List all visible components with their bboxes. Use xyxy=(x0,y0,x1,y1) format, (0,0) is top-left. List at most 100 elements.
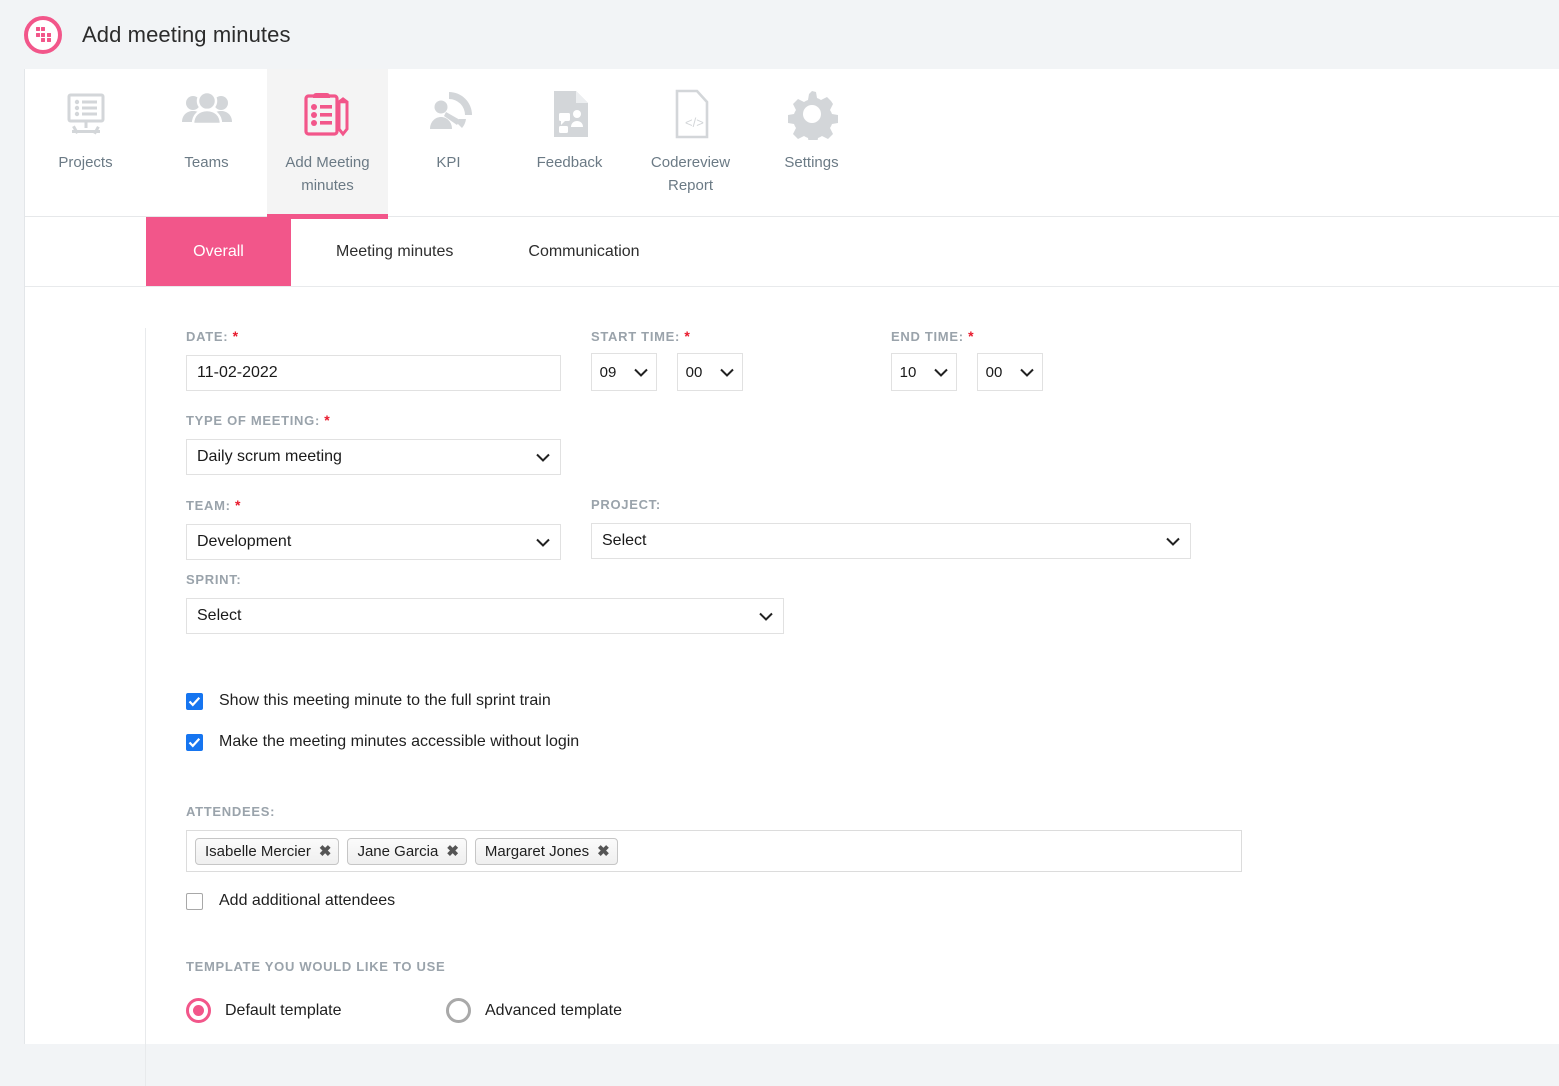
checkbox-label: Make the meeting minutes accessible with… xyxy=(219,733,580,750)
app-root: Add meeting minutes Projects Teams Add M… xyxy=(0,0,1559,1086)
start-time-group: START TIME: * 09 00 xyxy=(591,328,891,391)
tab-overall[interactable]: Overall xyxy=(146,217,291,286)
nav-item-kpi[interactable]: KPI xyxy=(388,69,509,216)
gear-icon xyxy=(786,85,838,143)
template-label: TEMPLATE YOU WOULD LIKE TO USE xyxy=(186,959,446,974)
type-of-meeting-group: TYPE OF MEETING: * Daily scrum meeting xyxy=(186,412,1559,475)
sprint-label: SPRINT: xyxy=(186,572,242,587)
main-panel: Projects Teams Add Meeting minutes KPI F… xyxy=(24,69,1559,1086)
nav-item-codereview-report[interactable]: </> Codereview Report xyxy=(630,69,751,216)
checkbox-box xyxy=(186,892,203,910)
check-icon xyxy=(188,737,201,748)
tab-meeting-minutes[interactable]: Meeting minutes xyxy=(291,217,498,286)
page-title: Add meeting minutes xyxy=(82,21,291,47)
nav-item-settings[interactable]: Settings xyxy=(751,69,872,216)
end-time-group: END TIME: * 10 00 xyxy=(891,328,1191,391)
start-time-label: START TIME: * xyxy=(591,328,691,344)
end-minute-select[interactable]: 00 xyxy=(977,353,1043,391)
chevron-down-icon xyxy=(634,368,649,377)
chevron-down-icon xyxy=(1020,368,1035,377)
start-minute-value: 00 xyxy=(685,363,703,381)
end-hour-value: 10 xyxy=(899,363,917,381)
checkbox-add-additional-attendees[interactable]: Add additional attendees xyxy=(186,892,1559,910)
checkbox-box xyxy=(186,692,203,710)
date-label: DATE: * xyxy=(186,328,239,344)
project-label: PROJECT: xyxy=(591,497,661,512)
start-hour-select[interactable]: 09 xyxy=(591,353,657,391)
logo-dot xyxy=(41,38,45,42)
svg-text:</>: </> xyxy=(685,115,704,130)
people-group-icon xyxy=(179,85,235,143)
sprint-select[interactable]: Select xyxy=(186,598,784,634)
radio-button xyxy=(446,998,471,1023)
template-group: TEMPLATE YOU WOULD LIKE TO USE Default t… xyxy=(186,959,1559,1023)
team-value: Development xyxy=(197,533,292,550)
radio-default-template[interactable]: Default template xyxy=(186,998,446,1023)
remove-attendee-icon[interactable]: ✖ xyxy=(319,844,332,859)
radio-dot xyxy=(193,1005,204,1016)
attendee-tag: Isabelle Mercier ✖ xyxy=(195,837,340,865)
chevron-down-icon xyxy=(934,368,949,377)
remove-attendee-icon[interactable]: ✖ xyxy=(597,844,610,859)
logo-dot-blank xyxy=(36,38,40,42)
nav-item-label: Add Meeting minutes xyxy=(285,154,370,194)
attendees-input[interactable]: Isabelle Mercier ✖ Jane Garcia ✖ Margare… xyxy=(186,830,1242,872)
required-marker: * xyxy=(324,412,331,428)
team-select[interactable]: Development xyxy=(186,524,561,560)
clipboard-pencil-icon xyxy=(300,85,356,143)
type-of-meeting-select[interactable]: Daily scrum meeting xyxy=(186,439,561,475)
attendee-name: Margaret Jones xyxy=(484,842,590,860)
form-area: DATE: * 11-02-2022 START TIME: * 09 00 E… xyxy=(25,328,1559,1086)
nav-item-feedback[interactable]: Feedback xyxy=(509,69,630,216)
sprint-group: SPRINT: Select xyxy=(186,572,1559,634)
remove-attendee-icon[interactable]: ✖ xyxy=(446,844,459,859)
start-minute-select[interactable]: 00 xyxy=(677,353,743,391)
checkbox-show-full-sprint-train[interactable]: Show this meeting minute to the full spr… xyxy=(186,692,1559,710)
project-group: PROJECT: Select xyxy=(591,497,1191,560)
nav-item-label: Teams xyxy=(184,154,229,171)
checkbox-accessible-without-login[interactable]: Make the meeting minutes accessible with… xyxy=(186,733,1559,751)
nav-item-label: Projects xyxy=(58,154,113,171)
tab-communication[interactable]: Communication xyxy=(498,217,669,286)
chevron-down-icon xyxy=(536,538,550,547)
attendees-label: ATTENDEES: xyxy=(186,804,276,819)
end-hour-select[interactable]: 10 xyxy=(891,353,957,391)
required-marker: * xyxy=(234,497,242,513)
logo-dot xyxy=(41,27,45,31)
template-radio-row: Default template Advanced template xyxy=(186,998,1559,1023)
start-hour-value: 09 xyxy=(599,363,617,381)
radio-advanced-template[interactable]: Advanced template xyxy=(446,998,622,1023)
type-of-meeting-label: TYPE OF MEETING: * xyxy=(186,412,331,428)
checkbox-label: Show this meeting minute to the full spr… xyxy=(219,692,551,709)
date-input[interactable]: 11-02-2022 xyxy=(186,355,561,391)
nav-item-label: KPI xyxy=(436,154,461,171)
logo-dot xyxy=(41,32,45,37)
radio-button xyxy=(186,998,211,1023)
attendee-tag: Margaret Jones ✖ xyxy=(474,837,618,865)
required-marker: * xyxy=(684,328,691,344)
app-header: Add meeting minutes xyxy=(0,0,1559,69)
project-select[interactable]: Select xyxy=(591,523,1191,559)
date-field-group: DATE: * 11-02-2022 xyxy=(186,328,591,391)
chevron-down-icon xyxy=(536,453,550,462)
attendee-name: Isabelle Mercier xyxy=(205,842,311,860)
logo-dot-grid xyxy=(35,27,51,42)
check-icon xyxy=(188,696,201,707)
logo-dot xyxy=(46,32,51,37)
document-code-icon: </> xyxy=(665,85,717,143)
required-marker: * xyxy=(968,328,975,344)
chevron-down-icon xyxy=(720,368,735,377)
project-value: Select xyxy=(602,532,647,549)
radio-label: Advanced template xyxy=(485,1001,622,1019)
nav-item-label: Feedback xyxy=(536,154,603,171)
attendee-name: Jane Garcia xyxy=(357,842,439,860)
nav-item-label: Settings xyxy=(784,154,839,171)
nav-item-projects[interactable]: Projects xyxy=(25,69,146,216)
logo-dot xyxy=(35,32,40,37)
nav-item-teams[interactable]: Teams xyxy=(146,69,267,216)
nav-item-add-meeting-minutes[interactable]: Add Meeting minutes xyxy=(267,69,388,219)
chevron-down-icon xyxy=(759,612,773,621)
radio-label: Default template xyxy=(225,1001,342,1019)
team-label: TEAM: * xyxy=(186,497,242,513)
type-of-meeting-value: Daily scrum meeting xyxy=(197,448,342,465)
